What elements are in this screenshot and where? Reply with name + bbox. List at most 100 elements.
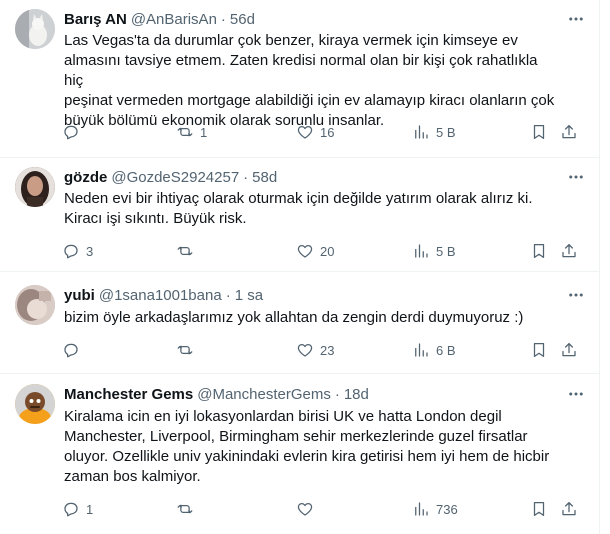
avatar[interactable]: [15, 384, 55, 424]
heart-icon: [297, 343, 313, 357]
retweet-icon: [177, 127, 193, 137]
tweet-1[interactable]: Barış AN @AnBarisAn · 56d Las Vegas'ta d…: [0, 0, 600, 158]
more-button[interactable]: [564, 9, 588, 29]
retweet-count: 1: [200, 124, 208, 140]
reply-icon: [64, 343, 78, 358]
heart-icon: [297, 125, 313, 139]
views-button[interactable]: 6 B: [412, 340, 456, 360]
more-icon: [569, 293, 583, 297]
avatar[interactable]: [15, 285, 55, 325]
timestamp[interactable]: 56d: [230, 11, 255, 28]
reply-button[interactable]: [62, 122, 86, 142]
more-icon: [569, 175, 583, 179]
share-button[interactable]: [560, 499, 578, 519]
reply-icon: [64, 244, 78, 259]
action-bar: 1 736: [56, 499, 590, 519]
heart-icon: [297, 502, 313, 516]
retweet-button[interactable]: [176, 499, 200, 519]
share-icon: [562, 243, 576, 258]
user-handle[interactable]: @GozdeS2924257: [111, 169, 239, 186]
avatar-photo: [15, 167, 55, 207]
separator-dot: ·: [243, 168, 249, 186]
tweet-3[interactable]: yubi @1sana1001bana · 1 sa bizim öyle ar…: [0, 272, 600, 374]
timestamp[interactable]: 18d: [344, 386, 369, 403]
retweet-icon: [177, 345, 193, 355]
reply-count: 1: [86, 501, 94, 517]
view-count: 5 B: [436, 243, 456, 259]
bookmark-button[interactable]: [530, 499, 548, 519]
bookmark-icon: [533, 124, 545, 140]
display-name[interactable]: yubi: [64, 287, 95, 304]
tweet-text: Neden evi bir ihtiyaç olarak oturmak içi…: [64, 190, 533, 227]
more-button[interactable]: [564, 384, 588, 404]
tweet-2[interactable]: gözde @GozdeS2924257 · 58d Neden evi bir…: [0, 158, 600, 272]
avatar[interactable]: [15, 9, 55, 49]
reply-count: 3: [86, 243, 94, 259]
tweet-text: bizim öyle arkadaşlarımız yok allahtan d…: [64, 309, 524, 326]
retweet-icon: [177, 246, 193, 256]
analytics-icon: [415, 343, 428, 357]
share-icon: [562, 124, 576, 139]
like-button[interactable]: 20: [296, 241, 334, 261]
like-button[interactable]: [296, 499, 320, 519]
retweet-button[interactable]: [176, 241, 200, 261]
user-handle[interactable]: @AnBarisAn: [131, 11, 217, 28]
views-button[interactable]: 736: [412, 499, 458, 519]
like-button[interactable]: 16: [296, 122, 334, 142]
avatar-logo: [15, 384, 55, 424]
reply-button[interactable]: 3: [62, 241, 93, 261]
analytics-icon: [415, 244, 428, 258]
more-icon: [569, 17, 583, 21]
share-icon: [562, 501, 576, 516]
timestamp[interactable]: 1 sa: [235, 287, 263, 304]
avatar[interactable]: [15, 167, 55, 207]
view-count: 6 B: [436, 342, 456, 358]
tweet-header: gözde @GozdeS2924257 · 58d: [64, 167, 564, 187]
view-count: 736: [436, 501, 458, 517]
tweet-header: Manchester Gems @ManchesterGems · 18d: [64, 384, 564, 404]
bookmark-icon: [533, 501, 545, 517]
views-button[interactable]: 5 B: [412, 122, 456, 142]
user-handle[interactable]: @1sana1001bana: [99, 287, 222, 304]
display-name[interactable]: Barış AN: [64, 11, 127, 28]
share-button[interactable]: [560, 122, 578, 142]
like-button[interactable]: 23: [296, 340, 334, 360]
bookmark-button[interactable]: [530, 122, 548, 142]
reply-button[interactable]: 1: [62, 499, 93, 519]
retweet-button[interactable]: [176, 340, 200, 360]
tweet-text: Kiralama icin en iyi lokasyonlardan biri…: [64, 408, 550, 485]
action-bar: 1 16 5 B: [56, 122, 590, 142]
retweet-icon: [177, 504, 193, 514]
views-button[interactable]: 5 B: [412, 241, 456, 261]
like-count: 16: [320, 124, 335, 140]
share-icon: [562, 342, 576, 357]
timestamp[interactable]: 58d: [252, 169, 277, 186]
heart-icon: [297, 244, 313, 258]
bookmark-icon: [533, 342, 545, 358]
share-button[interactable]: [560, 340, 578, 360]
reply-feed: Barış AN @AnBarisAn · 56d Las Vegas'ta d…: [0, 0, 600, 534]
avatar-photo: [15, 285, 55, 325]
analytics-icon: [415, 125, 428, 139]
view-count: 5 B: [436, 124, 456, 140]
bookmark-button[interactable]: [530, 241, 548, 261]
analytics-icon: [415, 502, 428, 516]
bookmark-button[interactable]: [530, 340, 548, 360]
more-button[interactable]: [564, 285, 588, 305]
like-count: 20: [320, 243, 335, 259]
more-button[interactable]: [564, 167, 588, 187]
tweet-4[interactable]: Manchester Gems @ManchesterGems · 18d Ki…: [0, 374, 600, 534]
tweet-text: Las Vegas'ta da durumlar çok benzer, kir…: [64, 32, 555, 129]
reply-icon: [64, 125, 78, 140]
share-button[interactable]: [560, 241, 578, 261]
more-icon: [569, 392, 583, 396]
display-name[interactable]: Manchester Gems: [64, 386, 193, 403]
separator-dot: ·: [334, 385, 340, 403]
display-name[interactable]: gözde: [64, 169, 107, 186]
retweet-button[interactable]: 1: [176, 122, 207, 142]
tweet-header: Barış AN @AnBarisAn · 56d: [64, 9, 564, 29]
reply-button[interactable]: [62, 340, 86, 360]
avatar-photo: [15, 9, 55, 49]
user-handle[interactable]: @ManchesterGems: [197, 386, 331, 403]
like-count: 23: [320, 342, 335, 358]
